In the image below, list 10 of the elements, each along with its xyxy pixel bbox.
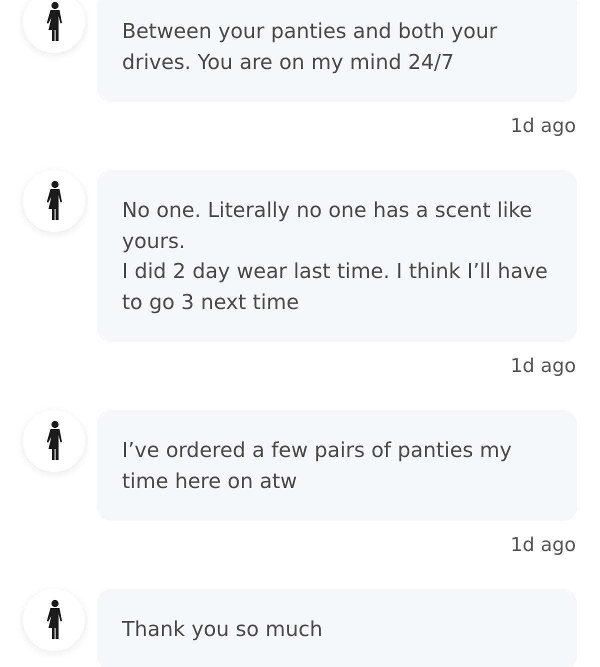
woman-avatar-icon	[23, 170, 85, 232]
timestamp: 1d ago	[509, 354, 577, 378]
message-text: Between your panties and both your drives. You are on my mind 24/7	[122, 18, 498, 76]
message-text: I’ve ordered a few pairs of panties my time here on atw	[122, 437, 513, 494]
woman-avatar-icon	[23, 589, 85, 651]
timestamp: 1d ago	[509, 114, 577, 138]
timestamp: 1d ago	[509, 533, 577, 557]
message-text: No one. Literally no one has a scent like yours. I did 2 day wear last time. I think I’ll have to go 3 next time	[122, 197, 549, 316]
woman-avatar-icon	[23, 410, 85, 472]
message-text: Thank you so much	[122, 616, 324, 643]
